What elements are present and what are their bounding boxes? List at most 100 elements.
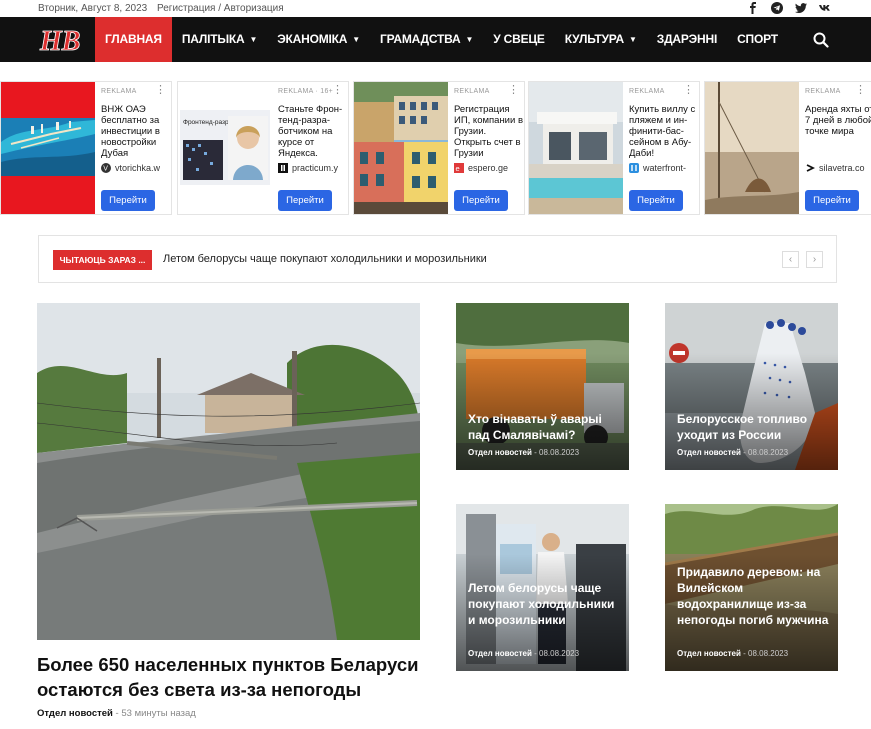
ad-title[interactable]: Купить виллу с пляжем и ин-финити-бас-се…	[629, 104, 699, 159]
ad-card[interactable]: REKLAMA ⋮ Аренда яхты от 7 дней в любой …	[704, 81, 871, 215]
ad-domain-text: practicum.y	[292, 163, 339, 173]
nav-item-label: СПОРТ	[737, 32, 778, 46]
ad-label: REKLAMA	[629, 88, 665, 95]
ad-domain: waterfront-	[629, 163, 699, 173]
more-options-icon[interactable]: ⋮	[855, 85, 866, 96]
ad-title[interactable]: ВНЖ ОАЭ бесплатно за инвестиции в новост…	[101, 104, 171, 159]
nav-item[interactable]: СПОРТ	[727, 17, 788, 62]
ad-title[interactable]: Регистрация ИП, компании в Грузии. Откры…	[454, 104, 524, 159]
nav-item[interactable]: КУЛЬТУРА ▼	[555, 17, 647, 62]
current-date: Вторник, Август 8, 2023	[38, 3, 148, 14]
chevron-down-icon: ▼	[352, 35, 360, 44]
ad-domain: silavetra.co	[805, 163, 871, 173]
ad-card[interactable]: REKLAMA ⋮ Купить виллу с пляжем и ин-фин…	[528, 81, 700, 215]
ad-domain-text: waterfront-	[643, 163, 687, 173]
news-card[interactable]: Придавило деревом: на Вилейском водохран…	[665, 504, 838, 671]
ad-go-button[interactable]: Перейти	[629, 190, 683, 211]
svg-text:V: V	[103, 166, 108, 173]
svg-text:e: e	[456, 164, 460, 173]
more-options-icon[interactable]: ⋮	[508, 85, 519, 96]
trending-ticker: ЧЫТАЮЦЬ ЗАРАЗ ... Летом белорусы чаще по…	[38, 235, 837, 283]
nav-item-label: ЭКАНОМІКА	[277, 32, 348, 46]
ticker-next-button[interactable]: ›	[806, 251, 823, 268]
more-options-icon[interactable]: ⋮	[155, 85, 166, 96]
card-title[interactable]: Белорусское топливо уходит из России	[677, 411, 829, 443]
main-story-meta: Отдел новостей - 53 минуты назад	[37, 708, 196, 719]
ad-label: REKLAMA	[454, 88, 490, 95]
ad-domain-text: vtorichka.w	[115, 163, 161, 173]
ad-domain: e espero.ge	[454, 163, 524, 173]
ad-label: REKLAMA	[805, 88, 841, 95]
ad-domain-text: silavetra.co	[819, 163, 865, 173]
card-date: 08.08.2023	[748, 649, 789, 658]
domain-favicon-icon: e	[454, 163, 464, 173]
ad-domain: Vvtorichka.w	[101, 163, 171, 173]
chevron-down-icon: ▼	[249, 35, 258, 44]
nav-item[interactable]: У СВЕЦЕ	[483, 17, 555, 62]
nav-item-label: ЗДАРЭННІ	[656, 32, 718, 46]
ad-image-yacht	[705, 82, 799, 214]
main-story-image[interactable]	[37, 303, 420, 640]
logo-text: НВ	[39, 26, 80, 57]
main-story-title[interactable]: Более 650 населенных пунктов Беларуси ос…	[37, 652, 437, 702]
facebook-icon[interactable]	[747, 2, 759, 14]
ad-title[interactable]: Станьте Фрон-тенд-разра-ботчиком на курс…	[278, 104, 348, 159]
card-date: 08.08.2023	[539, 448, 580, 457]
ad-image-dubai	[1, 82, 95, 214]
card-author[interactable]: Отдел новостей	[677, 649, 741, 658]
ticker-headline[interactable]: Летом белорусы чаще покупают холодильник…	[163, 253, 487, 265]
card-meta: Отдел новостей - 08.08.2023	[677, 448, 789, 457]
search-icon[interactable]	[813, 32, 829, 48]
card-meta: Отдел новостей - 08.08.2023	[468, 649, 580, 658]
news-card[interactable]: Белорусское топливо уходит из России Отд…	[665, 303, 838, 470]
chevron-down-icon: ▼	[465, 35, 474, 44]
nav-item[interactable]: ЗДАРЭННІ	[647, 17, 727, 62]
card-author[interactable]: Отдел новостей	[468, 448, 532, 457]
news-card[interactable]: Летом белорусы чаще покупают холодильник…	[456, 504, 629, 671]
ticker-prev-button[interactable]: ‹	[782, 251, 799, 268]
nav-item[interactable]: ГЛАВНАЯ	[95, 17, 172, 62]
ad-card[interactable]: REKLAMA ⋮ ВНЖ ОАЭ бесплатно за инвестици…	[0, 81, 172, 215]
main-story-time: 53 минуты назад	[121, 708, 196, 719]
vk-icon[interactable]	[819, 2, 831, 14]
twitter-icon[interactable]	[795, 2, 807, 14]
site-logo[interactable]: НВ	[38, 23, 80, 57]
ad-domain-text: espero.ge	[468, 163, 509, 173]
card-title[interactable]: Летом белорусы чаще покупают холодильник…	[468, 580, 620, 628]
chevron-down-icon: ▼	[629, 35, 637, 44]
ad-go-button[interactable]: Перейти	[278, 190, 332, 211]
domain-favicon-icon	[278, 163, 288, 173]
nav-item[interactable]: ПАЛІТЫКА ▼	[172, 17, 267, 62]
card-meta: Отдел новостей - 08.08.2023	[677, 649, 789, 658]
domain-favicon-icon	[629, 163, 639, 173]
more-options-icon[interactable]: ⋮	[683, 85, 694, 96]
card-title[interactable]: Придавило деревом: на Вилейском водохран…	[677, 564, 829, 628]
card-author[interactable]: Отдел новостей	[677, 448, 741, 457]
card-gradient	[456, 303, 629, 470]
meta-separator: -	[115, 708, 119, 719]
news-card[interactable]: Хто вінаваты ў аварыі пад Смалявічамі? О…	[456, 303, 629, 470]
ad-label: REKLAMA · 16+	[278, 88, 334, 95]
domain-favicon-icon	[806, 164, 815, 172]
card-date: 08.08.2023	[539, 649, 580, 658]
card-title[interactable]: Хто вінаваты ў аварыі пад Смалявічамі?	[468, 411, 620, 443]
more-options-icon[interactable]: ⋮	[332, 85, 343, 96]
ad-domain: practicum.y	[278, 163, 348, 173]
ad-card[interactable]: Фронтенд-разработчик REKLAMA · 16+ ⋮ Ста…	[177, 81, 349, 215]
ad-go-button[interactable]: Перейти	[805, 190, 859, 211]
ad-image-practicum: Фронтенд-разработчик	[178, 82, 272, 214]
nav-item-label: У СВЕЦЕ	[493, 32, 545, 46]
nav-item[interactable]: ГРАМАДСТВА ▼	[370, 17, 483, 62]
card-author[interactable]: Отдел новостей	[468, 649, 532, 658]
nav-item-label: ПАЛІТЫКА	[181, 32, 245, 46]
nav-item-label: ГРАМАДСТВА	[380, 32, 461, 46]
ad-card[interactable]: REKLAMA ⋮ Регистрация ИП, компании в Гру…	[353, 81, 525, 215]
nav-item[interactable]: ЭКАНОМІКА ▼	[267, 17, 370, 62]
main-story-author[interactable]: Отдел новостей	[37, 708, 113, 719]
ad-go-button[interactable]: Перейти	[454, 190, 508, 211]
ad-title[interactable]: Аренда яхты от 7 дней в любой точке мира	[805, 104, 871, 137]
telegram-icon[interactable]	[771, 2, 783, 14]
ad-go-button[interactable]: Перейти	[101, 190, 155, 211]
ticker-tag: ЧЫТАЮЦЬ ЗАРАЗ ...	[53, 250, 152, 270]
login-register-link[interactable]: Регистрация / Авторизация	[157, 3, 284, 14]
